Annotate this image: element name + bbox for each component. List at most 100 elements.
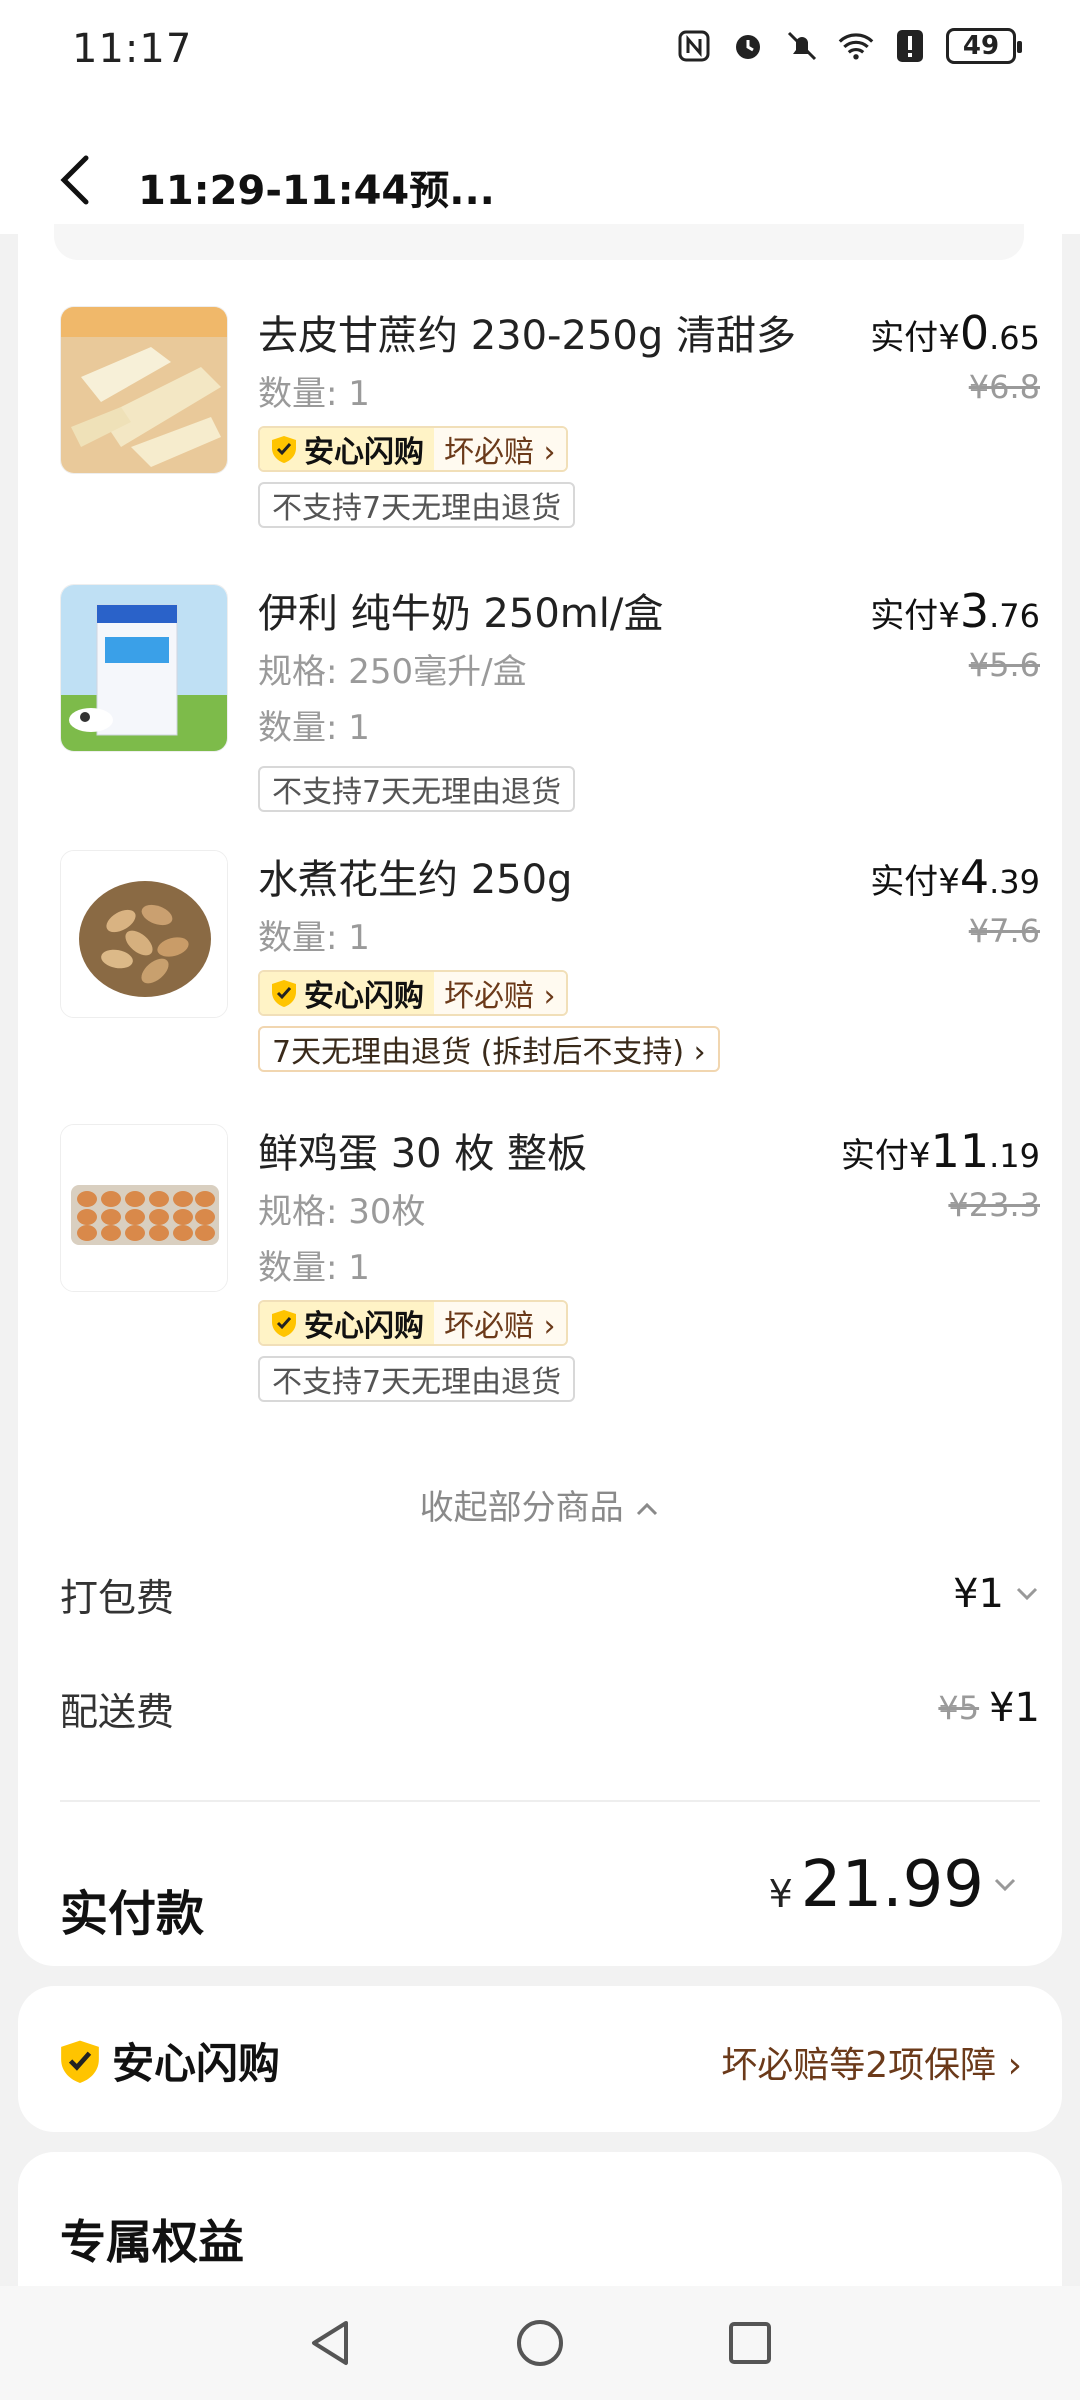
alarm-icon (730, 28, 766, 64)
price-decimal: .19 (989, 1137, 1040, 1175)
square-recents-icon (729, 2322, 771, 2364)
item-info: 鲜鸡蛋 30 枚 整板 规格: 30枚 数量: 1 安心闪购 坏必赔 › 不支持… (258, 1124, 818, 1402)
nav-recents-button[interactable] (720, 2313, 780, 2373)
original-price: ¥7.6 (968, 912, 1040, 950)
nav-home-button[interactable] (510, 2313, 570, 2373)
item-name: 去皮甘蔗约 230-250g 清甜多 (258, 313, 796, 359)
wifi-icon (838, 28, 874, 64)
nav-back-button[interactable] (300, 2313, 360, 2373)
battery-indicator: 49 (946, 28, 1022, 64)
item-info: 去皮甘蔗约 230-250g 清甜多 数量: 1 安心闪购 坏必赔 › 不支持7… (258, 306, 818, 528)
price-integer: 11 (930, 1124, 990, 1178)
scrolled-header-strip (54, 224, 1024, 260)
product-image-milk (60, 584, 228, 752)
item-name: 伊利 纯牛奶 250ml/盒 (258, 591, 664, 637)
back-arrow-icon (60, 155, 89, 205)
back-button[interactable] (54, 150, 104, 210)
item-price: 实付¥0.65 ¥6.8 (870, 306, 1040, 406)
assurance-badge[interactable]: 安心闪购 坏必赔 › (258, 1300, 568, 1346)
shield-check-icon (272, 980, 296, 1007)
list-item[interactable]: 伊利 纯牛奶 250ml/盒 规格: 250毫升/盒 数量: 1 不支持7天无理… (60, 584, 1040, 812)
product-image-eggs (60, 1124, 228, 1292)
delivery-fee-value: ¥1 (989, 1685, 1040, 1731)
item-info: 伊利 纯牛奶 250ml/盒 规格: 250毫升/盒 数量: 1 不支持7天无理… (258, 584, 818, 812)
price-decimal: .65 (989, 319, 1040, 357)
total-label: 实付款 (60, 1886, 205, 1942)
packing-fee-row[interactable]: 打包费 ¥1 (60, 1564, 1040, 1624)
shield-check-icon (272, 1310, 296, 1337)
currency-symbol: ¥ (768, 1872, 793, 1916)
delivery-fee-row: 配送费 ¥5 ¥1 (60, 1678, 1040, 1738)
mute-bell-icon (784, 28, 820, 64)
return-policy-tag: 不支持7天无理由退货 (258, 482, 576, 528)
chevron-up-icon (637, 1502, 658, 1516)
paid-prefix: 实付 (870, 862, 939, 902)
total-amount[interactable]: ¥ 21.99 (769, 1848, 1018, 1922)
item-detail: 数量: 1 (258, 374, 370, 414)
item-detail: 数量: 1 (258, 708, 370, 748)
original-price: ¥23.3 (948, 1186, 1040, 1224)
badge-link[interactable]: 坏必赔 › (434, 428, 566, 470)
divider (60, 1800, 1040, 1802)
badge-label: 安心闪购 (304, 435, 424, 470)
paid-prefix: 实付 (870, 596, 939, 636)
price-decimal: .39 (989, 863, 1040, 901)
total-value: 21.99 (800, 1848, 984, 1922)
collapse-label: 收起部分商品 (419, 1488, 624, 1528)
badge-link[interactable]: 坏必赔 › (434, 972, 566, 1014)
item-spec: 规格: 30枚 (258, 1192, 426, 1232)
packing-fee-value: ¥1 (953, 1571, 1004, 1617)
alert-icon (892, 28, 928, 64)
list-item[interactable]: 鲜鸡蛋 30 枚 整板 规格: 30枚 数量: 1 安心闪购 坏必赔 › 不支持… (60, 1124, 1040, 1424)
page-title: 11:29-11:44预... (138, 168, 495, 214)
price-integer: 0 (959, 306, 990, 360)
chevron-down-icon (1016, 1587, 1038, 1601)
price-integer: 3 (959, 584, 990, 638)
currency-symbol: ¥ (938, 596, 960, 636)
return-policy-link[interactable]: 7天无理由退货 (拆封后不支持) › (258, 1026, 720, 1072)
benefits-title: 专属权益 (60, 2215, 244, 2269)
nfc-icon (676, 28, 712, 64)
status-bar: 11:17 49 (0, 0, 1080, 100)
packing-fee-label: 打包费 (60, 1575, 175, 1620)
badge-label: 安心闪购 (304, 1309, 424, 1344)
item-price: 实付¥11.19 ¥23.3 (841, 1124, 1040, 1224)
circle-home-icon (517, 2320, 563, 2366)
item-name: 鲜鸡蛋 30 枚 整板 (258, 1131, 588, 1177)
return-policy-tag: 不支持7天无理由退货 (258, 1356, 576, 1402)
currency-symbol: ¥ (938, 318, 960, 358)
assurance-badge[interactable]: 安心闪购 坏必赔 › (258, 970, 568, 1016)
currency-symbol: ¥ (908, 1136, 931, 1176)
item-name: 水煮花生约 250g (258, 857, 573, 903)
delivery-fee-original: ¥5 (938, 1689, 980, 1727)
delivery-fee-label: 配送费 (60, 1689, 175, 1734)
price-decimal: .76 (989, 597, 1040, 635)
assurance-title: 安心闪购 (112, 2039, 281, 2088)
system-nav-bar (0, 2286, 1080, 2400)
item-detail: 数量: 1 (258, 1248, 370, 1288)
return-policy-tag: 不支持7天无理由退货 (258, 766, 576, 812)
chevron-down-icon (994, 1878, 1016, 1892)
assurance-badge[interactable]: 安心闪购 坏必赔 › (258, 426, 568, 472)
item-info: 水煮花生约 250g 数量: 1 安心闪购 坏必赔 › 7天无理由退货 (拆封后… (258, 850, 818, 1072)
battery-level: 49 (962, 31, 1000, 61)
price-integer: 4 (959, 850, 990, 904)
item-price: 实付¥4.39 ¥7.6 (870, 850, 1040, 950)
collapse-items-button[interactable]: 收起部分商品 (18, 1480, 1062, 1529)
item-spec: 规格: 250毫升/盒 (258, 652, 527, 692)
list-item[interactable]: 水煮花生约 250g 数量: 1 安心闪购 坏必赔 › 7天无理由退货 (拆封后… (60, 850, 1040, 1090)
original-price: ¥6.8 (968, 368, 1040, 406)
badge-link[interactable]: 坏必赔 › (434, 1302, 566, 1344)
status-icons: 49 (676, 28, 1022, 64)
assurance-card[interactable]: 安心闪购 坏必赔等2项保障 › (18, 1986, 1062, 2132)
product-image-sugarcane (60, 306, 228, 474)
shield-check-icon (61, 2040, 99, 2083)
assurance-link[interactable]: 坏必赔等2项保障 › (721, 2036, 1022, 2088)
product-image-peanuts (60, 850, 228, 1018)
paid-prefix: 实付 (870, 318, 939, 358)
list-item[interactable]: 去皮甘蔗约 230-250g 清甜多 数量: 1 安心闪购 坏必赔 › 不支持7… (60, 306, 1040, 546)
triangle-back-icon (312, 2321, 348, 2365)
item-detail: 数量: 1 (258, 918, 370, 958)
item-price: 实付¥3.76 ¥5.6 (870, 584, 1040, 684)
shield-check-icon (272, 436, 296, 463)
